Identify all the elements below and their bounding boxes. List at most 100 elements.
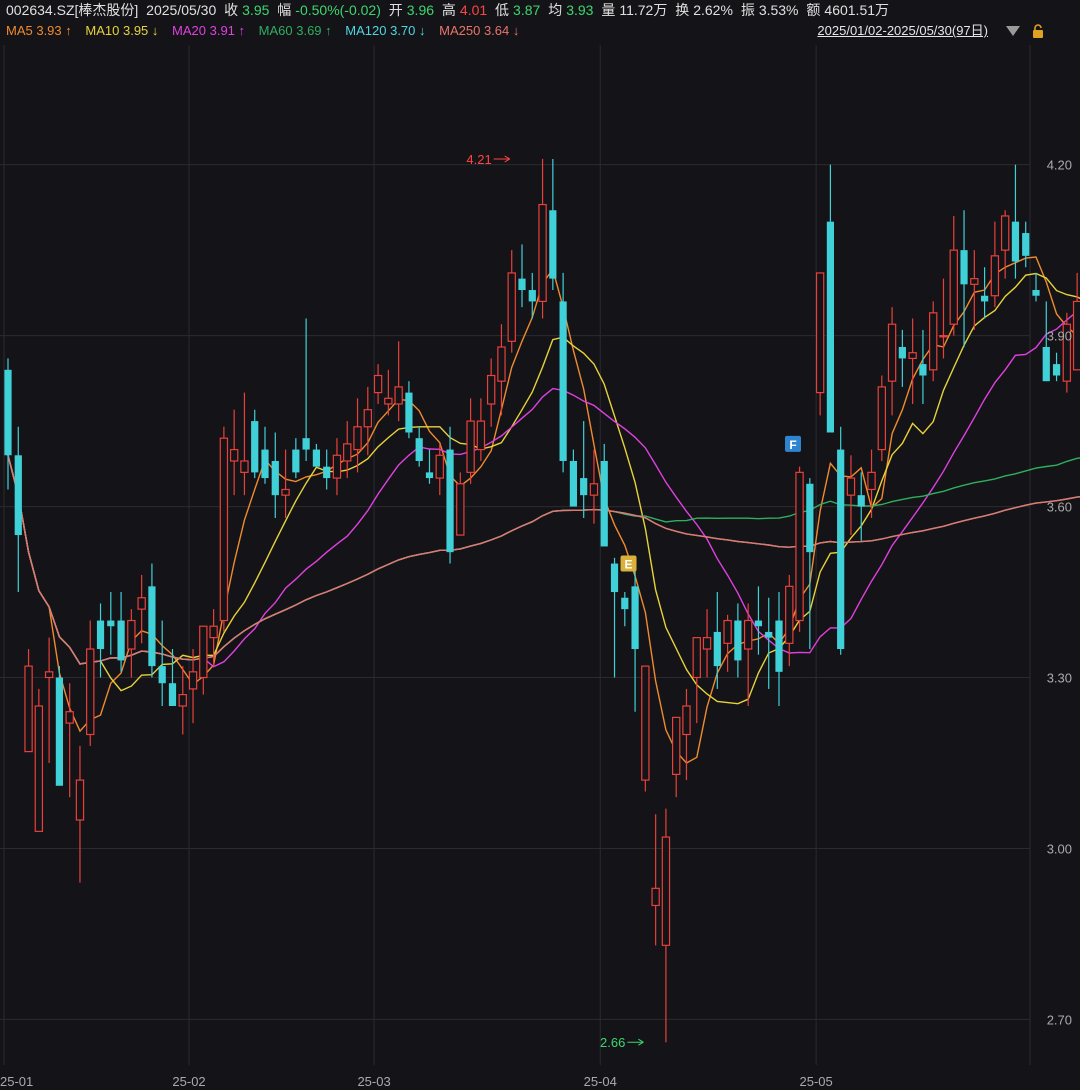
candle-body — [405, 392, 413, 433]
candle — [877, 375, 887, 461]
candle — [682, 688, 691, 781]
candle — [538, 158, 547, 319]
candle — [580, 421, 588, 518]
candle — [148, 563, 156, 678]
candle — [775, 592, 783, 707]
candle-body — [199, 625, 208, 679]
candle-body — [363, 409, 373, 428]
candle-body — [507, 272, 516, 342]
candle — [990, 221, 1000, 308]
candle-body — [55, 677, 63, 786]
candle — [44, 637, 54, 763]
y-tick-label: 3.00 — [1047, 841, 1072, 856]
candle — [1062, 312, 1072, 393]
event-badge-E[interactable]: E — [620, 555, 637, 572]
candle-body — [949, 249, 958, 325]
candle-body — [384, 397, 393, 405]
candle — [734, 603, 742, 678]
candle — [55, 666, 63, 786]
candle — [332, 438, 342, 496]
candle — [486, 358, 496, 427]
candle-body — [990, 255, 1000, 297]
candle — [394, 341, 403, 422]
candle — [887, 307, 897, 416]
y-tick-label: 3.60 — [1047, 500, 1072, 515]
candle-body — [538, 203, 547, 303]
candle-body — [569, 460, 577, 507]
candle-body — [497, 346, 506, 382]
candle-body — [312, 449, 320, 467]
candle-body — [343, 443, 352, 462]
candle — [651, 814, 660, 946]
candle — [559, 272, 567, 473]
candle — [765, 597, 773, 689]
candle — [837, 426, 845, 655]
candle-body — [394, 386, 403, 405]
candle-body — [908, 352, 917, 360]
candle — [867, 449, 876, 518]
candle-body — [559, 301, 567, 461]
candle — [251, 409, 259, 479]
candle-body — [148, 586, 156, 667]
candle-body — [919, 364, 927, 376]
candle-body — [1022, 233, 1030, 256]
candle-body — [4, 369, 12, 456]
candle-body — [14, 455, 22, 536]
candle — [815, 272, 825, 416]
candle-body — [486, 374, 496, 405]
candle — [353, 398, 362, 473]
candle — [312, 443, 320, 467]
ma60-line — [7, 455, 1080, 665]
candle — [158, 620, 166, 707]
candle-body — [518, 278, 526, 291]
candle — [754, 586, 763, 655]
candle — [661, 808, 671, 1043]
candle-body — [158, 666, 166, 684]
candle-body — [600, 460, 608, 547]
candlestick-chart: 4.21 2.66 E F 4.20 3.90 3.60 3.30 3.00 2.70 25-01… — [0, 45, 1080, 1089]
candle-body — [631, 586, 639, 650]
candle — [446, 426, 454, 564]
candle — [456, 472, 465, 536]
candle — [466, 398, 475, 484]
candle — [261, 426, 269, 484]
candle-body — [765, 631, 773, 638]
candle-body — [621, 597, 629, 610]
candle — [1022, 221, 1030, 268]
candle-body — [435, 454, 444, 479]
candle-body — [65, 711, 74, 724]
candle-body — [671, 716, 681, 775]
candle-body — [857, 495, 865, 507]
candle-body — [127, 619, 136, 650]
event-badge-F[interactable]: F — [785, 435, 801, 452]
axis-layer: 4.20 3.90 3.60 3.30 3.00 2.70 25-01 25-02 25-03 2… — [0, 158, 1072, 1089]
candle-body — [610, 563, 619, 593]
candle — [671, 716, 681, 798]
candle-body — [107, 620, 115, 627]
candle-body — [34, 705, 44, 832]
candle-body — [877, 386, 887, 451]
candle — [107, 592, 115, 655]
x-tick-label: 25-05 — [799, 1074, 832, 1089]
candle — [528, 272, 536, 319]
candle-body — [332, 454, 342, 479]
candle-body — [939, 335, 948, 338]
candle-body — [178, 694, 187, 707]
candle — [127, 609, 136, 678]
ma10-line — [7, 272, 1080, 705]
candle-body — [898, 347, 906, 359]
candle-body — [754, 620, 763, 627]
candle — [621, 592, 629, 627]
x-tick-label: 25-04 — [584, 1074, 617, 1089]
candle-body — [229, 448, 239, 462]
candle — [271, 432, 279, 518]
candle-body — [353, 426, 362, 451]
x-tick-label: 25-01 — [0, 1074, 33, 1089]
candle — [970, 250, 979, 330]
candle-body — [867, 471, 876, 491]
candle — [75, 745, 85, 883]
candle-body — [476, 420, 486, 451]
candle-body — [271, 460, 279, 496]
candle-body — [1052, 364, 1061, 376]
candle — [117, 592, 125, 672]
